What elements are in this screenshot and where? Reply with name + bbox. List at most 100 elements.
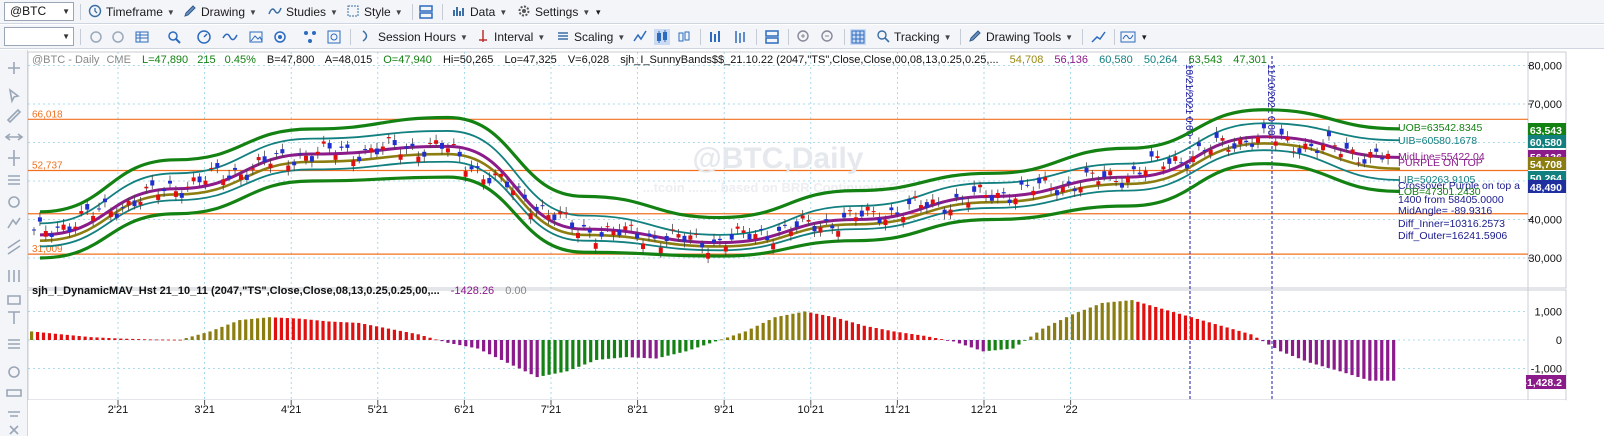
date-marker-label: 11/10/2021 0:00 — [1265, 64, 1276, 136]
histogram-bar — [684, 340, 688, 352]
histogram-bar — [1029, 336, 1033, 340]
histogram-bar — [945, 340, 950, 341]
histogram-bar — [1041, 328, 1045, 340]
histogram-bar — [1148, 305, 1152, 340]
candle-body — [1374, 148, 1379, 152]
net-change: 215 — [197, 54, 215, 66]
histogram-bar — [392, 329, 397, 340]
histogram-bar — [1279, 340, 1283, 352]
candle-body — [1060, 186, 1065, 193]
histogram-bar — [1177, 313, 1182, 340]
histogram-bar — [1136, 301, 1140, 340]
histogram-bar — [702, 340, 706, 346]
price-pane-header: @BTC - Daily CME L=47,890 215 0.45% B=47… — [32, 54, 1267, 66]
histogram-bar — [238, 320, 242, 340]
study-value-2: 56,136 — [1054, 54, 1088, 66]
candle-body — [930, 199, 935, 204]
histogram-bar — [1261, 340, 1265, 342]
histogram-bar — [1350, 340, 1354, 376]
candle-body — [1137, 172, 1142, 175]
histogram-bar — [470, 340, 474, 348]
histogram-bar — [624, 340, 628, 358]
candle-body — [1297, 148, 1302, 154]
histogram-bar — [993, 340, 997, 351]
price-tag-label: 54,708 — [1530, 159, 1562, 171]
histogram-bar — [1314, 340, 1318, 365]
price-axis-label: 30,000 — [1528, 253, 1562, 265]
candle-body — [924, 202, 929, 208]
histogram-bar — [910, 334, 914, 340]
sub-axis-label: 1,000 — [1534, 307, 1562, 319]
histogram-bar — [1160, 308, 1164, 340]
histogram-bar — [404, 332, 408, 340]
candle-body — [581, 224, 586, 227]
histogram-bar — [89, 337, 93, 340]
study-annotation: PURPLE ON TOP — [1398, 157, 1483, 169]
candle-body — [1315, 150, 1320, 154]
histogram-bar — [1273, 340, 1277, 348]
histogram-bar — [476, 340, 480, 349]
candle-body — [700, 243, 705, 248]
histogram-bar — [1106, 302, 1110, 340]
candle-body — [765, 236, 770, 241]
candle-body — [558, 211, 563, 215]
candle-body — [771, 243, 776, 250]
candle-body — [741, 230, 746, 233]
candle-body — [842, 212, 847, 218]
candle-body — [298, 153, 303, 155]
histogram-bar — [178, 339, 182, 341]
candle-body — [398, 154, 403, 160]
histogram-bar — [1356, 340, 1360, 377]
histogram-bar — [1380, 340, 1384, 381]
histogram-bar — [523, 340, 527, 372]
candle-body — [1161, 166, 1166, 170]
candle-body — [652, 236, 657, 239]
sub-axis-label: -1,000 — [1531, 364, 1562, 376]
histogram-bar — [809, 312, 813, 340]
histogram-bar — [672, 340, 676, 355]
candle-body — [534, 206, 539, 211]
candle-body — [61, 224, 66, 230]
histogram-bar — [803, 311, 807, 340]
histogram-bar — [844, 320, 849, 340]
candle-body — [1037, 177, 1042, 184]
candle-body — [1078, 186, 1083, 193]
candle-body — [706, 252, 711, 259]
time-axis-label: 9'21 — [714, 404, 734, 416]
candle-body — [422, 151, 427, 157]
time-axis-label: 5'21 — [368, 404, 388, 416]
candle-body — [972, 186, 977, 192]
candle-body — [1007, 199, 1012, 204]
histogram-bar — [541, 340, 545, 376]
histogram-bar — [30, 331, 34, 340]
histogram-bar — [1154, 306, 1158, 340]
candle-body — [646, 233, 651, 236]
candle-body — [570, 222, 575, 228]
histogram-bar — [339, 322, 343, 340]
candle-body — [1072, 188, 1077, 192]
candle-body — [32, 229, 36, 231]
histogram-bar — [101, 337, 105, 340]
histogram-bar — [1017, 340, 1021, 345]
candle-body — [759, 228, 764, 230]
chart-watermark: @BTC,Daily — [693, 142, 864, 175]
histogram-bar — [345, 322, 349, 340]
histogram-bar — [1308, 340, 1312, 363]
candle-body — [889, 207, 894, 211]
candle-body — [1362, 159, 1367, 164]
last-price: L=47,890 — [142, 54, 188, 66]
candle-body — [1149, 151, 1154, 157]
histogram-bar — [1035, 332, 1039, 340]
candle-body — [1125, 176, 1130, 183]
histogram-bar — [838, 318, 843, 340]
main-chart-group: 66,01852,73731,009 10/21/2021 0:00 11/10/… — [27, 51, 1567, 436]
candle-body — [91, 215, 96, 221]
histogram-bar — [434, 339, 438, 341]
candle-body — [1108, 171, 1113, 176]
histogram-bar — [589, 340, 593, 363]
candle-body — [717, 238, 722, 241]
exchange-label: CME — [106, 54, 130, 66]
histogram-bar — [1237, 330, 1241, 340]
candle-body — [664, 236, 669, 242]
histogram-bar — [1302, 340, 1307, 361]
